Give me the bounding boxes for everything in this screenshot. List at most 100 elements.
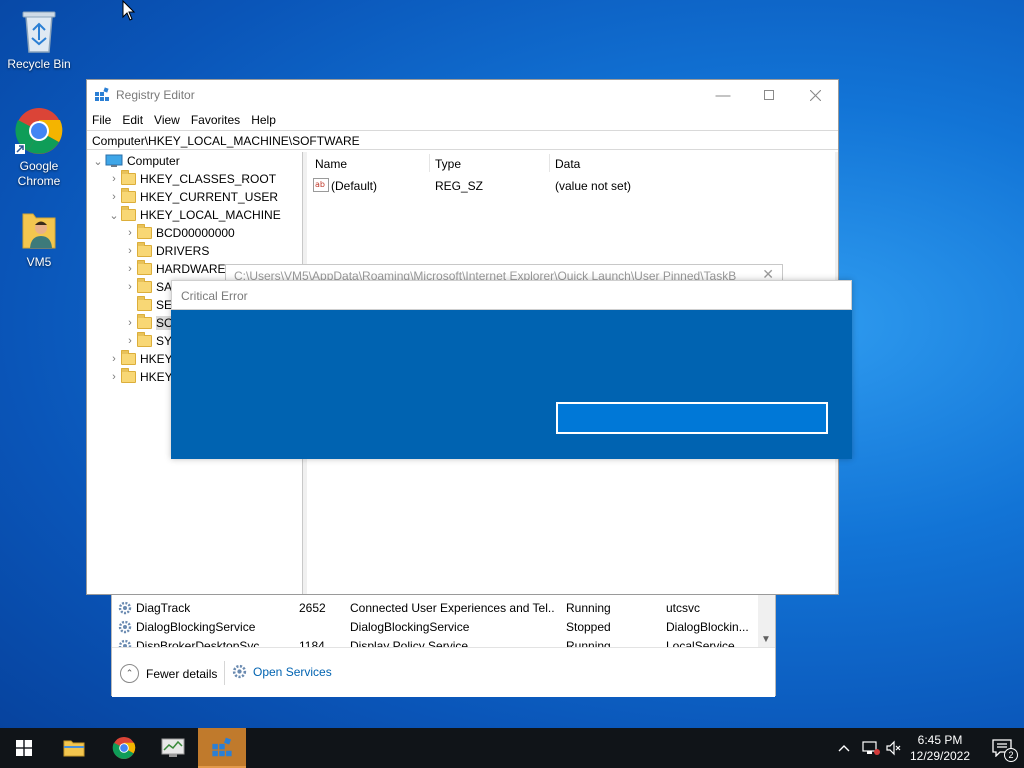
desktop-icon-google-chrome[interactable]: Google Chrome — [1, 106, 77, 189]
column-header-data[interactable]: Data — [555, 157, 580, 171]
tree-node-label: HKEY_CLASSES_ROOT — [140, 172, 277, 186]
service-status: Stopped — [566, 620, 611, 634]
tree-node-label: Computer — [127, 154, 180, 168]
chevron-down-icon[interactable]: ⌄ — [91, 155, 105, 168]
tree-node-system[interactable]: › SY — [123, 332, 172, 350]
window-title: Registry Editor — [116, 88, 195, 102]
service-name: DispBrokerDesktopSvc — [136, 639, 260, 647]
tree-node-bcd[interactable]: › BCD00000000 — [123, 224, 235, 242]
chevron-right-icon[interactable]: › — [107, 371, 121, 383]
file-explorer-icon — [63, 740, 85, 757]
volume-muted-icon — [886, 740, 901, 756]
service-gear-icon — [118, 620, 132, 634]
menu-file[interactable]: File — [87, 110, 116, 130]
folder-icon — [121, 188, 136, 203]
chevron-right-icon[interactable]: › — [123, 281, 137, 293]
service-row[interactable]: DiagTrack 2652 Connected User Experience… — [112, 598, 760, 617]
tree-node-software-selected[interactable]: › SO — [123, 314, 174, 332]
dialog-action-button[interactable] — [556, 402, 828, 434]
menu-favorites[interactable]: Favorites — [186, 110, 245, 130]
tree-node-hkey-local-machine[interactable]: ⌄ HKEY_LOCAL_MACHINE — [107, 206, 281, 224]
tree-node-label: DRIVERS — [156, 244, 210, 258]
windows-logo-icon — [16, 740, 32, 756]
chevron-up-icon: ⌃ — [120, 664, 139, 683]
chevron-right-icon[interactable]: › — [123, 245, 137, 257]
tree-node-label: HARDWARE — [156, 262, 226, 276]
menu-edit[interactable]: Edit — [117, 110, 148, 130]
tree-node-computer[interactable]: ⌄ Computer — [91, 152, 180, 170]
tree-node-hkey-users[interactable]: › HKEY — [107, 350, 173, 368]
service-row[interactable]: DialogBlockingService DialogBlockingServ… — [112, 617, 760, 636]
menu-view[interactable]: View — [149, 110, 185, 130]
chevron-right-icon[interactable]: › — [123, 317, 137, 329]
value-data: (value not set) — [555, 179, 632, 193]
column-header-type[interactable]: Type — [435, 157, 461, 171]
service-group: DialogBlockin... — [666, 620, 749, 634]
tree-node-hkey-current-user[interactable]: › HKEY_CURRENT_USER — [107, 188, 278, 206]
chevron-right-icon[interactable]: › — [107, 353, 121, 365]
folder-icon — [121, 368, 136, 383]
close-button[interactable] — [792, 80, 838, 110]
service-group: utcsvc — [666, 601, 701, 615]
service-description: Display Policy Service — [350, 639, 469, 647]
service-description: DialogBlockingService — [350, 620, 470, 634]
show-hidden-icons-button[interactable] — [838, 728, 850, 768]
taskbar-registry-editor[interactable] — [198, 728, 246, 768]
tree-node-label: BCD00000000 — [156, 226, 235, 240]
tree-node-label: HKEY — [140, 352, 173, 366]
chevron-right-icon[interactable]: › — [107, 173, 121, 185]
taskbar-file-explorer[interactable] — [50, 728, 98, 768]
service-description: Connected User Experiences and Tel... — [350, 601, 555, 615]
maximize-button[interactable] — [746, 80, 792, 110]
chevron-right-icon[interactable]: › — [123, 263, 137, 275]
fewer-details-label: Fewer details — [146, 666, 218, 681]
service-status: Running — [566, 639, 611, 647]
chevron-right-icon[interactable]: › — [123, 227, 137, 239]
start-button[interactable] — [0, 728, 48, 768]
tree-node-hkey-current-config[interactable]: › HKEY — [107, 368, 173, 386]
chevron-right-icon[interactable]: › — [123, 335, 137, 347]
column-header-name[interactable]: Name — [315, 157, 347, 171]
taskbar-task-manager[interactable] — [149, 728, 197, 768]
menu-help[interactable]: Help — [246, 110, 281, 130]
tree-node-sam[interactable]: › SA — [123, 278, 172, 296]
value-type: REG_SZ — [435, 179, 484, 193]
network-disconnected-icon — [862, 741, 880, 755]
dialog-title-bar[interactable]: Critical Error — [171, 280, 852, 310]
taskbar-clock[interactable]: 6:45 PM 12/29/2022 — [902, 732, 978, 764]
column-divider[interactable] — [549, 154, 550, 172]
tree-node-hardware[interactable]: › HARDWARE — [123, 260, 226, 278]
folder-icon — [137, 296, 152, 311]
tree-node-label: SA — [156, 280, 173, 294]
network-status-button[interactable] — [862, 728, 880, 768]
address-bar[interactable]: Computer\HKEY_LOCAL_MACHINE\SOFTWARE — [87, 130, 838, 150]
tree-node-drivers[interactable]: › DRIVERS — [123, 242, 209, 260]
folder-icon — [137, 314, 152, 329]
fewer-details-button[interactable]: ⌃ Fewer details — [120, 664, 217, 683]
scroll-down-icon[interactable]: ▼ — [761, 634, 771, 645]
service-row[interactable]: DispBrokerDesktopSvc 1184 Display Policy… — [112, 636, 760, 647]
desktop-icon-label: Recycle Bin — [7, 57, 71, 71]
open-services-link[interactable]: Open Services — [232, 664, 332, 679]
desktop-icon-label: VM5 — [26, 255, 52, 269]
tree-node-hkey-classes-root[interactable]: › HKEY_CLASSES_ROOT — [107, 170, 276, 188]
registry-editor-icon — [212, 737, 232, 757]
string-value-icon: ab — [313, 178, 329, 192]
chevron-right-icon[interactable]: › — [107, 191, 121, 203]
value-row[interactable]: ab (Default) REG_SZ (value not set) — [307, 177, 837, 195]
tree-node-label: SE — [156, 298, 173, 312]
tree-node-security[interactable]: SE — [123, 296, 172, 314]
volume-button[interactable] — [885, 728, 901, 768]
folder-icon — [121, 206, 136, 221]
chevron-down-icon[interactable]: ⌄ — [107, 209, 121, 222]
action-center-button[interactable]: 2 — [980, 728, 1024, 768]
column-divider[interactable] — [429, 154, 430, 172]
minimize-button[interactable]: — — [700, 80, 746, 110]
services-scrollbar[interactable]: ▼ — [758, 595, 775, 647]
desktop-icon-recycle-bin[interactable]: Recycle Bin — [1, 8, 77, 72]
footer-divider — [224, 661, 225, 685]
desktop-icon-vm5-user-folder[interactable]: VM5 — [1, 208, 77, 270]
title-bar[interactable]: Registry Editor — — [87, 80, 838, 110]
mouse-cursor-icon — [122, 0, 136, 21]
taskbar-chrome[interactable] — [100, 728, 148, 768]
